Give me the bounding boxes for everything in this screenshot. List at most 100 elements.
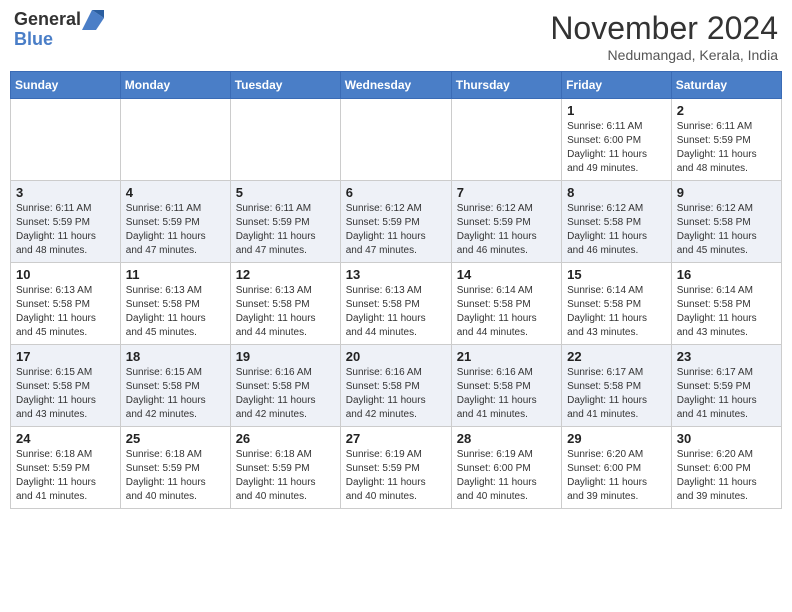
day-info: Sunrise: 6:12 AM Sunset: 5:59 PM Dayligh…: [346, 202, 446, 258]
day-number: 10: [16, 267, 115, 282]
day-number: 15: [567, 267, 666, 282]
calendar-cell: 22 Sunrise: 6:17 AM Sunset: 5:58 PM Dayli…: [562, 345, 672, 427]
day-number: 29: [567, 431, 666, 446]
calendar-cell: 14Sunrise: 6:14 AM Sunset: 5:58 PM Dayli…: [451, 263, 561, 345]
day-info: Sunrise: 6:18 AM Sunset: 5:59 PM Dayligh…: [236, 448, 335, 504]
calendar-cell: [340, 99, 451, 181]
logo-blue: Blue: [14, 30, 104, 50]
day-info: Sunrise: 6:18 AM Sunset: 5:59 PM Dayligh…: [126, 448, 225, 504]
calendar-cell: 25Sunrise: 6:18 AM Sunset: 5:59 PM Dayli…: [120, 427, 230, 509]
day-info: Sunrise: 6:19 AM Sunset: 5:59 PM Dayligh…: [346, 448, 446, 504]
day-info: Sunrise: 6:16 AM Sunset: 5:58 PM Dayligh…: [346, 366, 446, 422]
day-number: 3: [16, 185, 115, 200]
week-row-3: 10 Sunrise: 6:13 AM Sunset: 5:58 PM Dayli…: [11, 263, 782, 345]
calendar-cell: 21 Sunrise: 6:16 AM Sunset: 5:58 PM Dayli…: [451, 345, 561, 427]
title-area: November 2024 Nedumangad, Kerala, India: [550, 10, 778, 63]
day-number: 23: [677, 349, 776, 364]
day-info: Sunrise: 6:15 AM Sunset: 5:58 PM Dayligh…: [16, 366, 115, 422]
week-row-4: 17 Sunrise: 6:15 AM Sunset: 5:58 PM Dayli…: [11, 345, 782, 427]
day-info: Sunrise: 6:15 AM Sunset: 5:58 PM Dayligh…: [126, 366, 225, 422]
day-info: Sunrise: 6:11 AM Sunset: 5:59 PM Dayligh…: [677, 120, 776, 176]
col-header-thursday: Thursday: [451, 72, 561, 99]
location-text: Nedumangad, Kerala, India: [550, 47, 778, 63]
day-number: 30: [677, 431, 776, 446]
day-number: 9: [677, 185, 776, 200]
calendar-cell: [451, 99, 561, 181]
day-info: Sunrise: 6:12 AM Sunset: 5:58 PM Dayligh…: [677, 202, 776, 258]
day-number: 19: [236, 349, 335, 364]
calendar-cell: 12 Sunrise: 6:13 AM Sunset: 5:58 PM Dayli…: [230, 263, 340, 345]
day-info: Sunrise: 6:11 AM Sunset: 6:00 PM Dayligh…: [567, 120, 666, 176]
calendar-cell: 5Sunrise: 6:11 AM Sunset: 5:59 PM Daylig…: [230, 181, 340, 263]
day-info: Sunrise: 6:11 AM Sunset: 5:59 PM Dayligh…: [16, 202, 115, 258]
day-info: Sunrise: 6:13 AM Sunset: 5:58 PM Dayligh…: [16, 284, 115, 340]
col-header-saturday: Saturday: [671, 72, 781, 99]
day-number: 28: [457, 431, 556, 446]
calendar-cell: 10 Sunrise: 6:13 AM Sunset: 5:58 PM Dayli…: [11, 263, 121, 345]
calendar-cell: 4 Sunrise: 6:11 AM Sunset: 5:59 PM Daylig…: [120, 181, 230, 263]
day-number: 22: [567, 349, 666, 364]
day-info: Sunrise: 6:12 AM Sunset: 5:59 PM Dayligh…: [457, 202, 556, 258]
page-header: General Blue November 2024 Nedumangad, K…: [10, 10, 782, 63]
calendar-cell: 18 Sunrise: 6:15 AM Sunset: 5:58 PM Dayli…: [120, 345, 230, 427]
day-info: Sunrise: 6:11 AM Sunset: 5:59 PM Dayligh…: [126, 202, 225, 258]
calendar-cell: 1Sunrise: 6:11 AM Sunset: 6:00 PM Daylig…: [562, 99, 672, 181]
day-number: 21: [457, 349, 556, 364]
day-info: Sunrise: 6:11 AM Sunset: 5:59 PM Dayligh…: [236, 202, 335, 258]
day-info: Sunrise: 6:13 AM Sunset: 5:58 PM Dayligh…: [126, 284, 225, 340]
day-number: 27: [346, 431, 446, 446]
day-number: 24: [16, 431, 115, 446]
day-info: Sunrise: 6:14 AM Sunset: 5:58 PM Dayligh…: [567, 284, 666, 340]
day-info: Sunrise: 6:20 AM Sunset: 6:00 PM Dayligh…: [677, 448, 776, 504]
day-info: Sunrise: 6:20 AM Sunset: 6:00 PM Dayligh…: [567, 448, 666, 504]
day-info: Sunrise: 6:12 AM Sunset: 5:58 PM Dayligh…: [567, 202, 666, 258]
calendar-table: SundayMondayTuesdayWednesdayThursdayFrid…: [10, 71, 782, 509]
day-number: 13: [346, 267, 446, 282]
month-title: November 2024: [550, 10, 778, 47]
logo: General Blue: [14, 10, 104, 50]
calendar-cell: 23 Sunrise: 6:17 AM Sunset: 5:59 PM Dayli…: [671, 345, 781, 427]
calendar-cell: [11, 99, 121, 181]
calendar-cell: 6Sunrise: 6:12 AM Sunset: 5:59 PM Daylig…: [340, 181, 451, 263]
day-number: 8: [567, 185, 666, 200]
calendar-cell: 28 Sunrise: 6:19 AM Sunset: 6:00 PM Dayli…: [451, 427, 561, 509]
day-info: Sunrise: 6:19 AM Sunset: 6:00 PM Dayligh…: [457, 448, 556, 504]
day-info: Sunrise: 6:17 AM Sunset: 5:59 PM Dayligh…: [677, 366, 776, 422]
day-number: 7: [457, 185, 556, 200]
logo-text: General: [14, 10, 104, 30]
calendar-cell: 19 Sunrise: 6:16 AM Sunset: 5:58 PM Dayli…: [230, 345, 340, 427]
calendar-cell: 17 Sunrise: 6:15 AM Sunset: 5:58 PM Dayli…: [11, 345, 121, 427]
day-number: 18: [126, 349, 225, 364]
day-number: 14: [457, 267, 556, 282]
day-number: 17: [16, 349, 115, 364]
calendar-cell: 15 Sunrise: 6:14 AM Sunset: 5:58 PM Dayli…: [562, 263, 672, 345]
calendar-cell: 3 Sunrise: 6:11 AM Sunset: 5:59 PM Daylig…: [11, 181, 121, 263]
col-header-friday: Friday: [562, 72, 672, 99]
day-info: Sunrise: 6:17 AM Sunset: 5:58 PM Dayligh…: [567, 366, 666, 422]
col-header-sunday: Sunday: [11, 72, 121, 99]
calendar-cell: 11 Sunrise: 6:13 AM Sunset: 5:58 PM Dayli…: [120, 263, 230, 345]
calendar-cell: 30 Sunrise: 6:20 AM Sunset: 6:00 PM Dayli…: [671, 427, 781, 509]
logo-icon: [82, 10, 104, 30]
day-number: 12: [236, 267, 335, 282]
day-info: Sunrise: 6:13 AM Sunset: 5:58 PM Dayligh…: [346, 284, 446, 340]
day-info: Sunrise: 6:16 AM Sunset: 5:58 PM Dayligh…: [236, 366, 335, 422]
calendar-cell: 20 Sunrise: 6:16 AM Sunset: 5:58 PM Dayli…: [340, 345, 451, 427]
day-info: Sunrise: 6:13 AM Sunset: 5:58 PM Dayligh…: [236, 284, 335, 340]
day-number: 20: [346, 349, 446, 364]
day-info: Sunrise: 6:14 AM Sunset: 5:58 PM Dayligh…: [677, 284, 776, 340]
day-number: 4: [126, 185, 225, 200]
week-row-1: 1Sunrise: 6:11 AM Sunset: 6:00 PM Daylig…: [11, 99, 782, 181]
calendar-cell: 2Sunrise: 6:11 AM Sunset: 5:59 PM Daylig…: [671, 99, 781, 181]
day-info: Sunrise: 6:18 AM Sunset: 5:59 PM Dayligh…: [16, 448, 115, 504]
calendar-cell: 9 Sunrise: 6:12 AM Sunset: 5:58 PM Daylig…: [671, 181, 781, 263]
calendar-cell: 13 Sunrise: 6:13 AM Sunset: 5:58 PM Dayli…: [340, 263, 451, 345]
day-number: 11: [126, 267, 225, 282]
calendar-cell: 7 Sunrise: 6:12 AM Sunset: 5:59 PM Daylig…: [451, 181, 561, 263]
calendar-cell: 27 Sunrise: 6:19 AM Sunset: 5:59 PM Dayli…: [340, 427, 451, 509]
day-info: Sunrise: 6:16 AM Sunset: 5:58 PM Dayligh…: [457, 366, 556, 422]
col-header-tuesday: Tuesday: [230, 72, 340, 99]
calendar-cell: 8 Sunrise: 6:12 AM Sunset: 5:58 PM Daylig…: [562, 181, 672, 263]
day-number: 26: [236, 431, 335, 446]
calendar-header-row: SundayMondayTuesdayWednesdayThursdayFrid…: [11, 72, 782, 99]
